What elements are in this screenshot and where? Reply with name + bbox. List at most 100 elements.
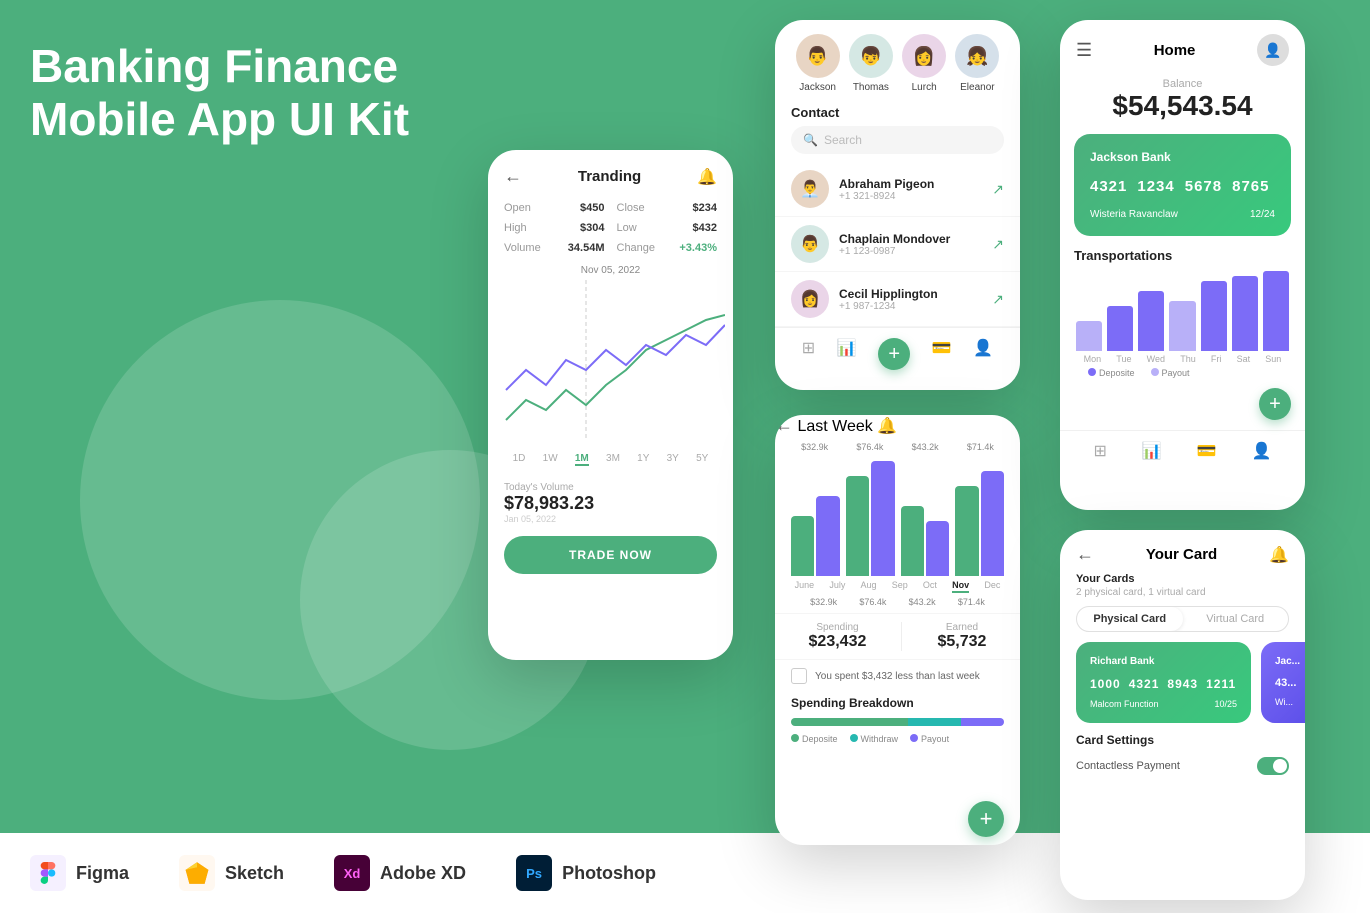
avatar-jackson: 👨 Jackson	[796, 34, 840, 93]
time-tabs: 1D 1W 1M 3M 1Y 3Y 5Y	[488, 445, 733, 474]
balance-amount: $54,543.54	[1076, 90, 1289, 122]
card-bank-name: Jackson Bank	[1090, 150, 1275, 164]
back-button-yc[interactable]: ←	[1076, 544, 1094, 565]
fab-add-button[interactable]: +	[878, 338, 910, 370]
tab-1m[interactable]: 1M	[575, 453, 589, 466]
card-footer: Wisteria Ravanclaw 12/24	[1090, 209, 1275, 220]
contact-name-1: Abraham Pigeon	[839, 177, 982, 191]
stats-grid: Open $450 Close $234 High $304 Low $432 …	[488, 195, 733, 265]
month-aug: Aug	[861, 580, 877, 593]
volume-date: Jan 05, 2022	[504, 514, 717, 524]
phone-contacts: 👨 Jackson 👦 Thomas 👩 Lurch 👧 Eleanor Con…	[775, 20, 1020, 390]
bell-icon[interactable]: 🔔	[697, 167, 717, 187]
stat-high: High $304	[504, 219, 605, 237]
card-footer-richard: Malcom Function 10/25	[1090, 699, 1237, 709]
phone-yourcard: ← Your Card 🔔 Your Cards 2 physical card…	[1060, 530, 1305, 900]
contact-item-2: 👨 Chaplain Mondover +1 123-0987 ↗	[775, 217, 1020, 272]
bell-icon-yc[interactable]: 🔔	[1269, 545, 1289, 565]
nav-card-icon[interactable]: 💳	[932, 338, 952, 370]
home-nav-grid[interactable]: ⊞	[1093, 441, 1106, 461]
card-holder-jac: Wi...	[1275, 697, 1305, 707]
fab-add-lw[interactable]: +	[968, 801, 1004, 837]
nav-bar-icon[interactable]: 📊	[837, 338, 857, 370]
home-nav-card[interactable]: 💳	[1197, 441, 1217, 461]
card-partial: 43...	[1275, 677, 1305, 689]
card-expiry: 12/24	[1250, 209, 1275, 220]
trade-now-button[interactable]: TRADE NOW	[504, 536, 717, 574]
xd-icon: Xd	[334, 855, 370, 891]
contact-avatar-1: 👨‍💼	[791, 170, 829, 208]
bar-labels-top: $32.9k $76.4k $43.2k $71.4k	[787, 442, 1008, 452]
day-labels: Mon Tue Wed Thu Fri Sat Sun	[1074, 354, 1291, 364]
contact-arrow-3[interactable]: ↗	[992, 291, 1004, 308]
legend-payout: Payout	[1151, 368, 1190, 378]
card-number-richard: 1000 4321 8943 1211	[1090, 677, 1237, 691]
avatar-img: 👨	[796, 34, 840, 78]
trend-chart: Nov 05, 2022	[488, 265, 733, 445]
bell-icon-lw[interactable]: 🔔	[877, 418, 897, 435]
bar-purple-1	[816, 496, 839, 576]
bar-pair-3	[901, 506, 950, 576]
tab-1w[interactable]: 1W	[543, 453, 558, 466]
contact-arrow-1[interactable]: ↗	[992, 181, 1004, 198]
search-icon: 🔍	[803, 133, 818, 147]
breakdown-fill-purple	[961, 718, 1004, 726]
home-nav-bar[interactable]: 📊	[1142, 441, 1162, 461]
card-settings: Card Settings Contactless Payment	[1060, 723, 1305, 779]
month-july: July	[829, 580, 845, 593]
legend-deposite: Deposite	[791, 734, 838, 744]
contact-item-1: 👨‍💼 Abraham Pigeon +1 321-8924 ↗	[775, 162, 1020, 217]
contactless-label: Contactless Payment	[1076, 760, 1180, 772]
contact-info-2: Chaplain Mondover +1 123-0987	[839, 232, 982, 257]
tab-3y[interactable]: 3Y	[667, 453, 679, 466]
nav-grid-icon[interactable]: ⊞	[802, 338, 815, 370]
cards-scroll: Richard Bank 1000 4321 8943 1211 Malcom …	[1060, 642, 1305, 723]
tab-physical[interactable]: Physical Card	[1077, 607, 1183, 631]
tab-virtual[interactable]: Virtual Card	[1183, 607, 1289, 631]
balance-section: Balance $54,543.54	[1060, 72, 1305, 134]
back-button[interactable]: ←	[504, 166, 522, 187]
bar-pair-2	[846, 461, 895, 576]
tab-3m[interactable]: 3M	[606, 453, 620, 466]
card-holder: Wisteria Ravanclaw	[1090, 209, 1178, 220]
ps-label: Photoshop	[562, 863, 656, 884]
search-bar[interactable]: 🔍 Search	[791, 126, 1004, 154]
tab-5y[interactable]: 5Y	[696, 453, 708, 466]
spending-row: Spending $23,432 Earned $5,732	[775, 613, 1020, 660]
home-bar-3	[1138, 291, 1164, 351]
figma-icon	[30, 855, 66, 891]
home-bar-4	[1169, 301, 1195, 351]
contact-info-1: Abraham Pigeon +1 321-8924	[839, 177, 982, 202]
month-labels: June July Aug Sep Oct Nov Dec	[787, 580, 1008, 593]
card-bank-richard: Richard Bank	[1090, 656, 1237, 667]
month-oct: Oct	[923, 580, 937, 593]
stat-volume: Volume 34.54M	[504, 239, 605, 257]
nav-person-icon[interactable]: 👤	[973, 338, 993, 370]
tab-1d[interactable]: 1D	[513, 453, 526, 466]
back-button-lw[interactable]: ←	[775, 415, 793, 435]
contactless-toggle[interactable]	[1257, 757, 1289, 775]
avatar-img: 👧	[955, 34, 999, 78]
home-fab[interactable]: +	[1259, 388, 1291, 420]
avatars-row: 👨 Jackson 👦 Thomas 👩 Lurch 👧 Eleanor	[775, 20, 1020, 101]
avatar-img: 👩	[902, 34, 946, 78]
month-sep: Sep	[892, 580, 908, 593]
hamburger-icon[interactable]: ☰	[1076, 40, 1092, 61]
bar-label-top-4: $71.4k	[967, 442, 994, 452]
lastweek-chart: $32.9k $76.4k $43.2k $71.4k	[775, 436, 1020, 613]
trending-header: ← Tranding 🔔	[488, 150, 733, 195]
volume-value: $78,983.23	[504, 493, 717, 514]
bar-label-top-1: $32.9k	[801, 442, 828, 452]
contact-arrow-2[interactable]: ↗	[992, 236, 1004, 253]
tool-ps: Ps Photoshop	[516, 855, 656, 891]
breakdown-legend: Deposite Withdraw Payout	[775, 730, 1020, 748]
bar-green-3	[901, 506, 924, 576]
home-nav-person[interactable]: 👤	[1252, 441, 1272, 461]
tab-1y[interactable]: 1Y	[637, 453, 649, 466]
card-bank-jac: Jac...	[1275, 656, 1305, 667]
home-bar-2	[1107, 306, 1133, 351]
volume-label: Today's Volume	[504, 482, 717, 493]
tool-sketch: Sketch	[179, 855, 284, 891]
cards-subtitle: Your Cards	[1060, 573, 1305, 587]
alert-checkbox[interactable]	[791, 668, 807, 684]
